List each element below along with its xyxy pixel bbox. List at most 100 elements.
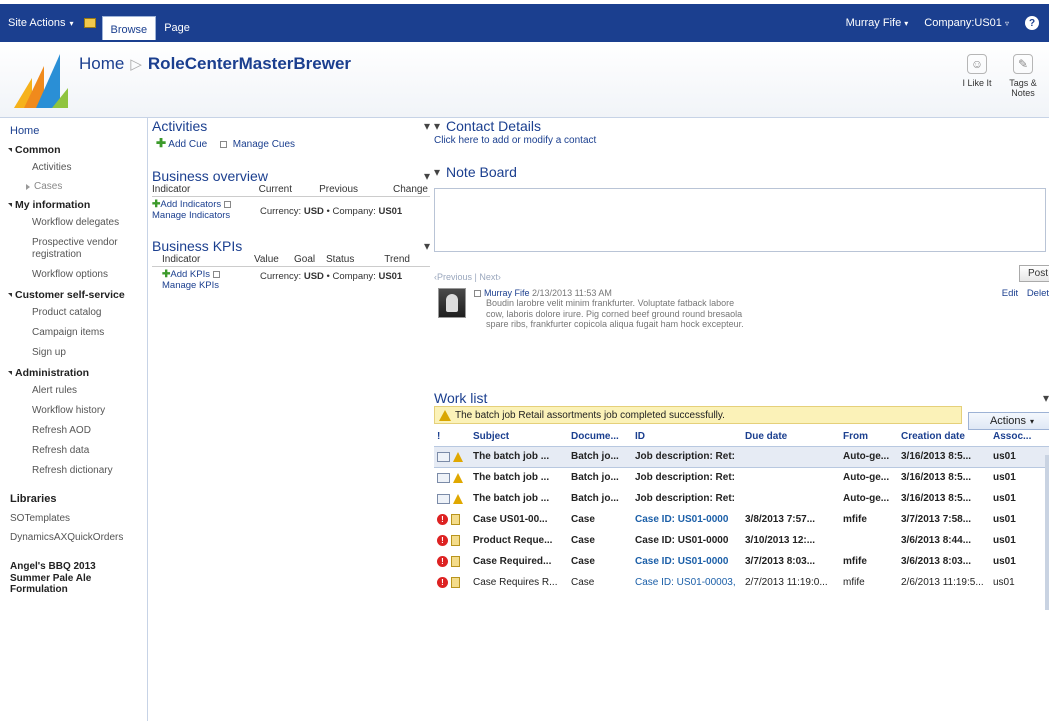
vertical-scrollbar[interactable]: [1045, 455, 1049, 610]
table-header-row: ! Subject Docume... ID Due date From Creation …: [434, 428, 1049, 446]
tags-notes-button[interactable]: ✎ Tags & Notes: [1005, 54, 1041, 98]
currency-label: Currency:: [260, 270, 302, 282]
note-content: Murray Fife 2/13/2013 11:53 AM Boudin la…: [474, 288, 744, 329]
cell-document: Batch jo...: [571, 493, 619, 504]
nav-angels-bbq[interactable]: Angel's BBQ 2013 Summer Pale Ale Formula…: [0, 547, 147, 596]
work-list-title: Work list ▾: [434, 390, 1049, 406]
row-icon-group: !: [437, 556, 467, 567]
cell-id[interactable]: Case ID: US01-0000: [632, 551, 742, 572]
column-header[interactable]: Due date: [742, 428, 840, 446]
cell-from: Auto-ge...: [843, 472, 890, 484]
add-kpis-link[interactable]: Add KPIs: [170, 269, 210, 280]
manage-icon: [224, 200, 232, 208]
manage-indicators-link[interactable]: Manage Indicators: [152, 210, 260, 222]
column-header[interactable]: From: [840, 428, 898, 446]
avatar[interactable]: [438, 288, 466, 318]
business-overview-title-text[interactable]: Business overview: [152, 168, 268, 184]
tab-page[interactable]: Page: [156, 17, 198, 39]
table-row[interactable]: ! Case Requires R... Case Case ID: US01-000…: [434, 572, 1049, 593]
nav-cases[interactable]: Cases: [0, 178, 147, 195]
table-row[interactable]: The batch job ... Batch jo... Job descript…: [434, 445, 1049, 468]
site-actions-menu[interactable]: Site Actions ▾: [8, 17, 74, 29]
quick-launch: Home Common Activities Cases My informat…: [0, 118, 148, 721]
table-row[interactable]: ! Case US01-00... Case Case ID: US01-0000 3/…: [434, 509, 1049, 530]
navigate-up-icon[interactable]: [83, 18, 96, 28]
column-header[interactable]: !: [434, 428, 470, 446]
table-row[interactable]: ! Case Required... Case Case ID: US01-0000 3…: [434, 551, 1049, 572]
cell-due-date: [742, 467, 840, 488]
activities-title: Activities ▾: [152, 118, 430, 134]
note-author[interactable]: Murray Fife: [484, 288, 530, 298]
webpart-menu-icon[interactable]: ▾: [434, 165, 440, 179]
column-header[interactable]: Subject: [470, 428, 568, 446]
webpart-menu-icon[interactable]: ▾: [1043, 391, 1049, 405]
nav-activities[interactable]: Activities: [0, 158, 147, 178]
activities-title-text[interactable]: Activities: [152, 118, 207, 134]
note-delete-link[interactable]: Delet: [1027, 288, 1049, 299]
activities-toolbar: ✚ Add Cue Manage Cues: [152, 136, 430, 150]
table-row[interactable]: ! Product Reque... Case Case ID: US01-0000 3…: [434, 530, 1049, 551]
breadcrumb-home[interactable]: Home: [79, 54, 124, 73]
table-row[interactable]: The batch job ... Batch jo... Job descript…: [434, 488, 1049, 509]
note-board-title-text[interactable]: Note Board: [446, 164, 517, 180]
cell-due-date: 3/10/2013 12:...: [745, 535, 816, 546]
help-icon[interactable]: ?: [1025, 16, 1039, 30]
nav-sotemplates[interactable]: SOTemplates: [0, 509, 147, 528]
webpart-menu-icon[interactable]: ▾: [424, 239, 430, 253]
note-body-line-2: cow, laboris dolore irure. Pig corned be…: [486, 308, 743, 319]
nav-prospective-vendor-registration[interactable]: Prospective vendor registration: [0, 233, 147, 265]
column-header[interactable]: Assoc...: [990, 428, 1049, 446]
cell-due-date: 2/7/2013 11:19:0...: [745, 577, 828, 588]
previous-link[interactable]: ‹Previous: [434, 272, 472, 282]
column-header[interactable]: ID: [632, 428, 742, 446]
user-menu[interactable]: Murray Fife ▾: [846, 17, 909, 29]
nav-refresh-dictionary[interactable]: Refresh dictionary: [0, 461, 147, 481]
nav-workflow-options[interactable]: Workflow options: [0, 265, 147, 285]
manage-kpis-link[interactable]: Manage KPIs: [162, 280, 260, 292]
company-selector[interactable]: Company:US01 ▿: [924, 17, 1009, 29]
nav-product-catalog[interactable]: Product catalog: [0, 303, 147, 323]
nav-workflow-delegates[interactable]: Workflow delegates: [0, 213, 147, 233]
column-header[interactable]: Creation date: [898, 428, 990, 446]
nav-dynamics-quick-orders[interactable]: DynamicsAXQuickOrders: [0, 528, 147, 547]
cell-id[interactable]: Case ID: US01-00003,: [632, 572, 742, 593]
nav-home[interactable]: Home: [0, 122, 147, 140]
nav-refresh-data[interactable]: Refresh data: [0, 441, 147, 461]
note-edit-link[interactable]: Edit: [1002, 288, 1018, 299]
nav-refresh-aod[interactable]: Refresh AOD: [0, 421, 147, 441]
post-button[interactable]: Post: [1019, 265, 1049, 282]
business-kpis-title-text[interactable]: Business KPIs: [152, 238, 242, 254]
nav-header-my-information[interactable]: My information: [0, 195, 147, 213]
nav-workflow-history[interactable]: Workflow history: [0, 401, 147, 421]
note-board-title: ▾ Note Board: [434, 164, 1049, 180]
cell-subject: Case Requires R...: [473, 577, 558, 588]
note-actions: Edit Delet: [1002, 288, 1049, 299]
nav-libraries[interactable]: Libraries: [0, 481, 147, 509]
webpart-menu-icon[interactable]: ▾: [424, 119, 430, 133]
work-list-title-text[interactable]: Work list: [434, 390, 487, 406]
thumbs-up-icon: ☺: [967, 54, 987, 74]
next-link[interactable]: Next›: [479, 272, 501, 282]
add-cue-link[interactable]: Add Cue: [168, 139, 207, 150]
webpart-menu-icon[interactable]: ▾: [424, 169, 430, 183]
contact-details-link[interactable]: Click here to add or modify a contact: [434, 135, 1049, 146]
nav-campaign-items[interactable]: Campaign items: [0, 323, 147, 343]
nav-header-customer-self-service[interactable]: Customer self-service: [0, 285, 147, 303]
note-input[interactable]: [434, 188, 1046, 252]
nav-alert-rules[interactable]: Alert rules: [0, 381, 147, 401]
cell-id[interactable]: Case ID: US01-0000: [632, 509, 742, 530]
webpart-menu-icon[interactable]: ▾: [434, 119, 440, 133]
add-indicators-link[interactable]: Add Indicators: [160, 199, 221, 210]
cell-creation-date: 3/16/2013 8:5...: [901, 472, 972, 484]
i-like-it-button[interactable]: ☺ I Like It: [959, 54, 995, 98]
table-row[interactable]: The batch job ... Batch jo... Job descript…: [434, 467, 1049, 488]
nav-header-administration[interactable]: Administration: [0, 363, 147, 381]
manage-cues-link[interactable]: Manage Cues: [233, 139, 295, 150]
nav-sign-up[interactable]: Sign up: [0, 343, 147, 363]
tab-browse[interactable]: Browse: [101, 16, 157, 40]
contact-details-title: ▾ Contact Details: [434, 118, 1049, 134]
column-header[interactable]: Docume...: [568, 428, 632, 446]
actions-button[interactable]: Actions ▾: [968, 412, 1049, 430]
nav-header-common[interactable]: Common: [0, 140, 147, 158]
contact-details-title-text[interactable]: Contact Details: [446, 118, 541, 134]
